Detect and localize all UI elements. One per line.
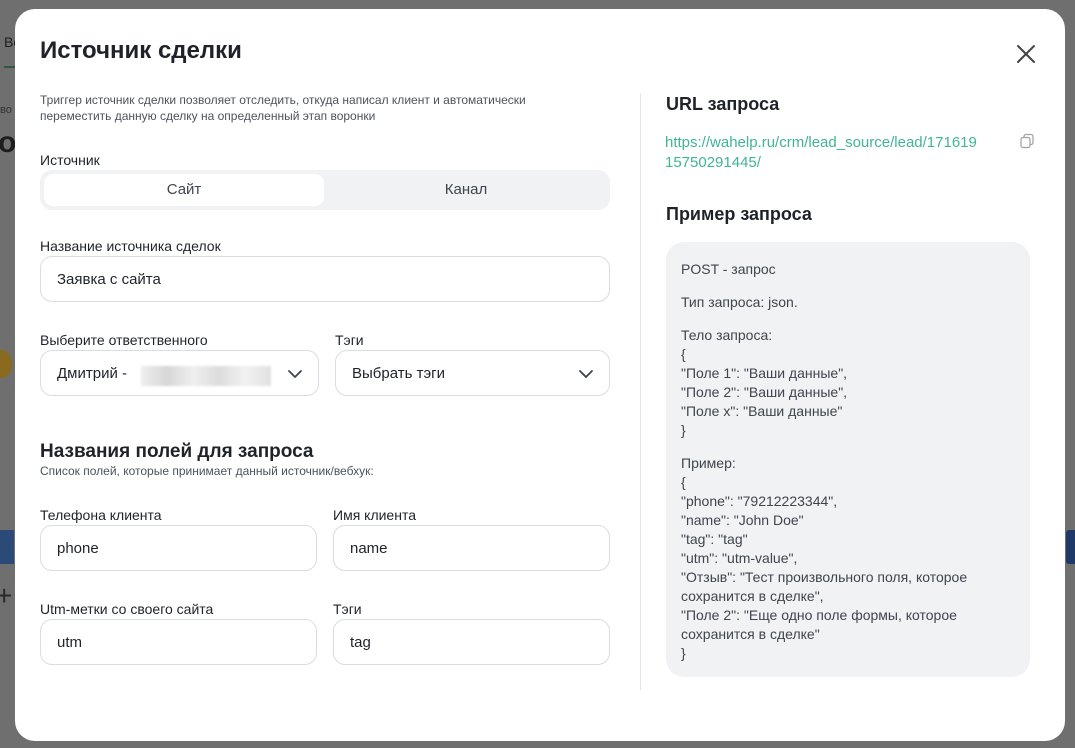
deal-source-name-value: Заявка с сайта [57,271,161,288]
url-section-title: URL запроса [666,94,780,114]
copy-url-button[interactable] [1019,133,1035,149]
tags-label: Тэги [335,332,364,348]
phone-field-value: phone [57,540,99,557]
example-section-title: Пример запроса [666,204,812,224]
example-line: "Поле 2": "Ваши данные", [681,384,848,400]
example-line: "name": "John Doe" [681,512,804,528]
deal-source-modal: Источник сделки Триггер источник сделки … [15,9,1065,741]
request-url-link[interactable]: https://wahelp.ru/crm/lead_source/lead/1… [665,133,985,173]
example-line: "phone": "79212223344", [681,493,838,509]
example-line: "utm": "utm-value", [681,550,798,566]
name-field-input[interactable]: name [333,525,610,571]
name-field-label: Имя клиента [333,507,416,523]
example-line: "Отзыв": "Тест произвольного поля, котор… [681,569,968,604]
close-icon [1017,45,1035,63]
fields-section-subtitle: Список полей, которые принимает данный и… [40,464,374,478]
request-example-panel: POST - запрос Тип запроса: json. Тело за… [666,242,1030,677]
background-plus-icon: + [0,580,13,611]
background-button-fragment [0,530,14,564]
chevron-down-icon [579,370,593,378]
example-line: Тело запроса: [681,327,773,343]
redacted-name [141,366,271,386]
deal-source-name-label: Название источника сделок [40,238,221,254]
modal-title: Источник сделки [40,37,242,64]
example-line: } [681,645,686,661]
example-line: "Поле 2": "Еще одно поле формы, которое … [681,607,957,642]
phone-field-input[interactable]: phone [40,525,317,571]
tag-field-value: tag [350,634,371,651]
copy-icon [1020,133,1034,149]
utm-field-value: utm [57,634,83,651]
responsible-value: Дмитрий - [57,365,127,382]
example-line: { [681,474,686,490]
example-line: { [681,346,686,362]
utm-field-input[interactable]: utm [40,619,317,665]
close-button[interactable] [1013,41,1039,67]
example-line: } [681,422,686,438]
example-line: Пример: [681,455,736,471]
background-avatar [0,350,12,378]
responsible-select[interactable]: Дмитрий - [40,350,319,396]
background-text-fragment: во [0,104,12,116]
example-line: "Поле x": "Ваши данные" [681,403,843,419]
example-line: "Поле 1": "Ваши данные", [681,365,848,381]
tag-field-input[interactable]: tag [333,619,610,665]
request-example-text: POST - запрос Тип запроса: json. Тело за… [681,260,1021,663]
responsible-label: Выберите ответственного [40,332,208,348]
tags-select[interactable]: Выбрать тэги [335,350,610,396]
tags-value: Выбрать тэги [352,365,445,382]
source-toggle: Сайт Канал [40,170,610,210]
chevron-down-icon [288,370,302,378]
phone-field-label: Телефона клиента [40,507,162,523]
background-button-fragment-right [1066,530,1075,564]
deal-source-name-input[interactable]: Заявка с сайта [40,256,610,302]
modal-description: Триггер источник сделки позволяет отслед… [40,93,526,123]
name-field-value: name [350,540,388,557]
example-line: POST - запрос [681,261,776,277]
column-divider [640,93,641,690]
source-label: Источник [40,152,100,168]
source-option-site[interactable]: Сайт [44,174,324,206]
example-line: "tag": "tag" [681,531,748,547]
example-line: Тип запроса: json. [681,294,798,310]
utm-field-label: Utm-метки со своего сайта [40,601,214,617]
source-option-channel[interactable]: Канал [326,174,606,206]
tag-field-label: Тэги [333,601,362,617]
fields-section-title: Названия полей для запроса [40,441,314,462]
